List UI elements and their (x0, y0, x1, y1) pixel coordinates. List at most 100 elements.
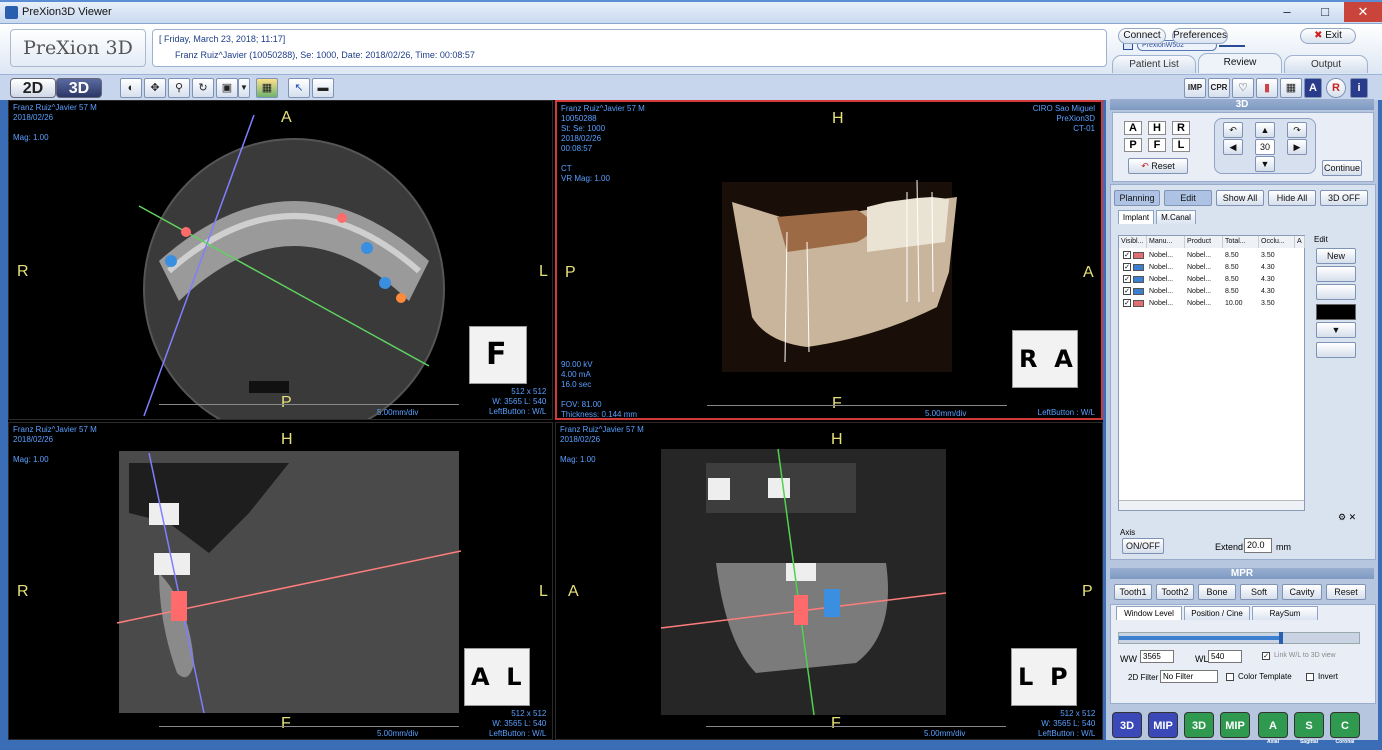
tooth-icon[interactable]: ♡ (1232, 78, 1254, 98)
window-level-slider[interactable] (1118, 632, 1360, 644)
continue-button[interactable]: Continue (1322, 160, 1362, 176)
annotation-button[interactable]: A (1304, 78, 1322, 98)
edit-mode-button[interactable]: Edit (1164, 190, 1212, 206)
table-scrollbar[interactable] (1119, 500, 1304, 510)
record-button[interactable]: R (1326, 78, 1346, 98)
axial-orientation-cube[interactable]: F (469, 326, 527, 384)
manufacturer-cell[interactable]: Nobel... (1147, 274, 1173, 285)
rotate-icon[interactable]: ↻ (192, 78, 214, 98)
arrow-up-icon[interactable]: ▲ (1255, 122, 1275, 138)
product-cell[interactable]: Nobel... (1185, 274, 1211, 285)
view-h-button[interactable]: H (1148, 121, 1166, 135)
layout-icon[interactable]: ▦ (256, 78, 278, 98)
rotate-cw-icon[interactable]: ↷ (1287, 122, 1307, 138)
visible-checkbox[interactable]: ✓ (1123, 287, 1131, 295)
manufacturer-cell[interactable]: Nobel... (1147, 250, 1173, 261)
zoom-icon[interactable]: ⚲ (168, 78, 190, 98)
occlusal-cell[interactable]: 4.30 (1259, 262, 1275, 273)
step-value[interactable]: 30 (1255, 139, 1275, 155)
tab-output[interactable]: Output (1284, 55, 1368, 73)
occlusal-cell[interactable]: 4.30 (1259, 274, 1275, 285)
tab-mandibular-canal[interactable]: M.Canal (1156, 210, 1196, 224)
measure-icon[interactable]: ▬ (312, 78, 334, 98)
gear-icon[interactable]: ⚙ ✕ (1338, 512, 1370, 524)
tab-patient-list[interactable]: Patient List (1112, 55, 1196, 73)
mip-green-view-icon[interactable]: MIP (1220, 712, 1250, 738)
sagittal-orientation-cube[interactable]: A L (464, 648, 530, 706)
screenshot-icon[interactable]: ▣ (216, 78, 238, 98)
visible-checkbox[interactable]: ✓ (1123, 251, 1131, 259)
filter-select[interactable]: No Filter (1160, 670, 1218, 683)
total-cell[interactable]: 8.50 (1223, 250, 1239, 261)
slider-handle[interactable] (1279, 632, 1283, 644)
connect-button[interactable]: Connect (1118, 28, 1166, 44)
axial-view-icon[interactable]: A Axial (1258, 712, 1288, 745)
coronal-orientation-cube[interactable]: L P (1011, 648, 1077, 706)
info-button[interactable]: i (1350, 78, 1368, 98)
preset-bone[interactable]: Bone (1198, 584, 1236, 600)
planning-button[interactable]: Planning (1114, 190, 1160, 206)
pan-icon[interactable]: ✥ (144, 78, 166, 98)
arrow-right-icon[interactable]: ▶ (1287, 139, 1307, 155)
color-dropdown[interactable]: ▼ (1316, 322, 1356, 338)
manufacturer-cell[interactable]: Nobel... (1147, 298, 1173, 309)
volume-viewport[interactable]: Franz Ruiz^Javier 57 M 10050288 St: Se: … (555, 100, 1103, 420)
minimize-icon[interactable]: – (1268, 2, 1306, 22)
visible-checkbox[interactable]: ✓ (1123, 299, 1131, 307)
tab-position-cine[interactable]: Position / Cine (1184, 606, 1250, 620)
ww-input[interactable]: 3565 (1140, 650, 1174, 663)
visible-checkbox[interactable]: ✓ (1123, 275, 1131, 283)
product-cell[interactable]: Nobel... (1185, 298, 1211, 309)
visible-checkbox[interactable]: ✓ (1123, 263, 1131, 271)
tab-review[interactable]: Review (1198, 53, 1282, 73)
3d-view-icon[interactable]: 3D (1112, 712, 1142, 738)
invert-checkbox[interactable] (1306, 673, 1314, 681)
3d-off-button[interactable]: 3D OFF (1320, 190, 1368, 206)
product-cell[interactable]: Nobel... (1185, 286, 1211, 297)
preset-cavity[interactable]: Cavity (1282, 584, 1322, 600)
grid-icon[interactable]: ▦ (1280, 78, 1302, 98)
arrow-down-icon[interactable]: ▼ (1255, 156, 1275, 172)
mip-view-icon[interactable]: MIP (1148, 712, 1178, 738)
preset-soft[interactable]: Soft (1240, 584, 1278, 600)
view-r-button[interactable]: R (1172, 121, 1190, 135)
new-implant-button[interactable]: New (1316, 248, 1356, 264)
product-cell[interactable]: Nobel... (1185, 262, 1211, 273)
volume-orientation-cube[interactable]: R A (1012, 330, 1078, 388)
pointer-icon[interactable]: ↖ (288, 78, 310, 98)
view-l-button[interactable]: L (1172, 138, 1190, 152)
tab-window-level[interactable]: Window Level (1116, 606, 1182, 620)
tab-implant[interactable]: Implant (1118, 210, 1154, 224)
occlusal-cell[interactable]: 3.50 (1259, 250, 1275, 261)
total-cell[interactable]: 8.50 (1223, 274, 1239, 285)
delete-implant-button[interactable] (1316, 266, 1356, 282)
occlusal-cell[interactable]: 3.50 (1259, 298, 1275, 309)
extend-input[interactable]: 20.0 (1244, 538, 1272, 553)
preset-tooth2[interactable]: Tooth2 (1156, 584, 1194, 600)
sagittal-viewport[interactable]: Franz Ruiz^Javier 57 M 2018/02/26 Mag: 1… (8, 422, 553, 740)
imp-button[interactable]: IMP (1184, 78, 1206, 98)
3d-green-view-icon[interactable]: 3D (1184, 712, 1214, 738)
preferences-button[interactable]: Preferences (1172, 28, 1228, 44)
coronal-viewport[interactable]: Franz Ruiz^Javier 57 M 2018/02/26 Mag: 1… (555, 422, 1103, 740)
coronal-view-icon[interactable]: C Coronal (1330, 712, 1360, 745)
product-cell[interactable]: Nobel... (1185, 250, 1211, 261)
mode-2d-button[interactable]: 2D (10, 78, 56, 98)
contrast-icon[interactable]: ◐ (120, 78, 142, 98)
view-a-button[interactable]: A (1124, 121, 1142, 135)
arrow-left-icon[interactable]: ◀ (1223, 139, 1243, 155)
preset-reset[interactable]: Reset (1326, 584, 1366, 600)
total-cell[interactable]: 8.50 (1223, 286, 1239, 297)
hide-all-button[interactable]: Hide All (1268, 190, 1316, 206)
maximize-icon[interactable]: □ (1306, 2, 1344, 22)
level-icon[interactable]: ▮ (1256, 78, 1278, 98)
implant-color-swatch[interactable] (1316, 304, 1356, 320)
mode-3d-button[interactable]: 3D (56, 78, 102, 98)
total-cell[interactable]: 8.50 (1223, 262, 1239, 273)
occlusal-cell[interactable]: 4.30 (1259, 286, 1275, 297)
close-icon[interactable]: ✕ (1344, 2, 1382, 22)
tab-raysum[interactable]: RaySum (1252, 606, 1318, 620)
properties-button[interactable] (1316, 284, 1356, 300)
wl-input[interactable]: 540 (1208, 650, 1242, 663)
axis-onoff-button[interactable]: ON/OFF (1122, 538, 1164, 554)
